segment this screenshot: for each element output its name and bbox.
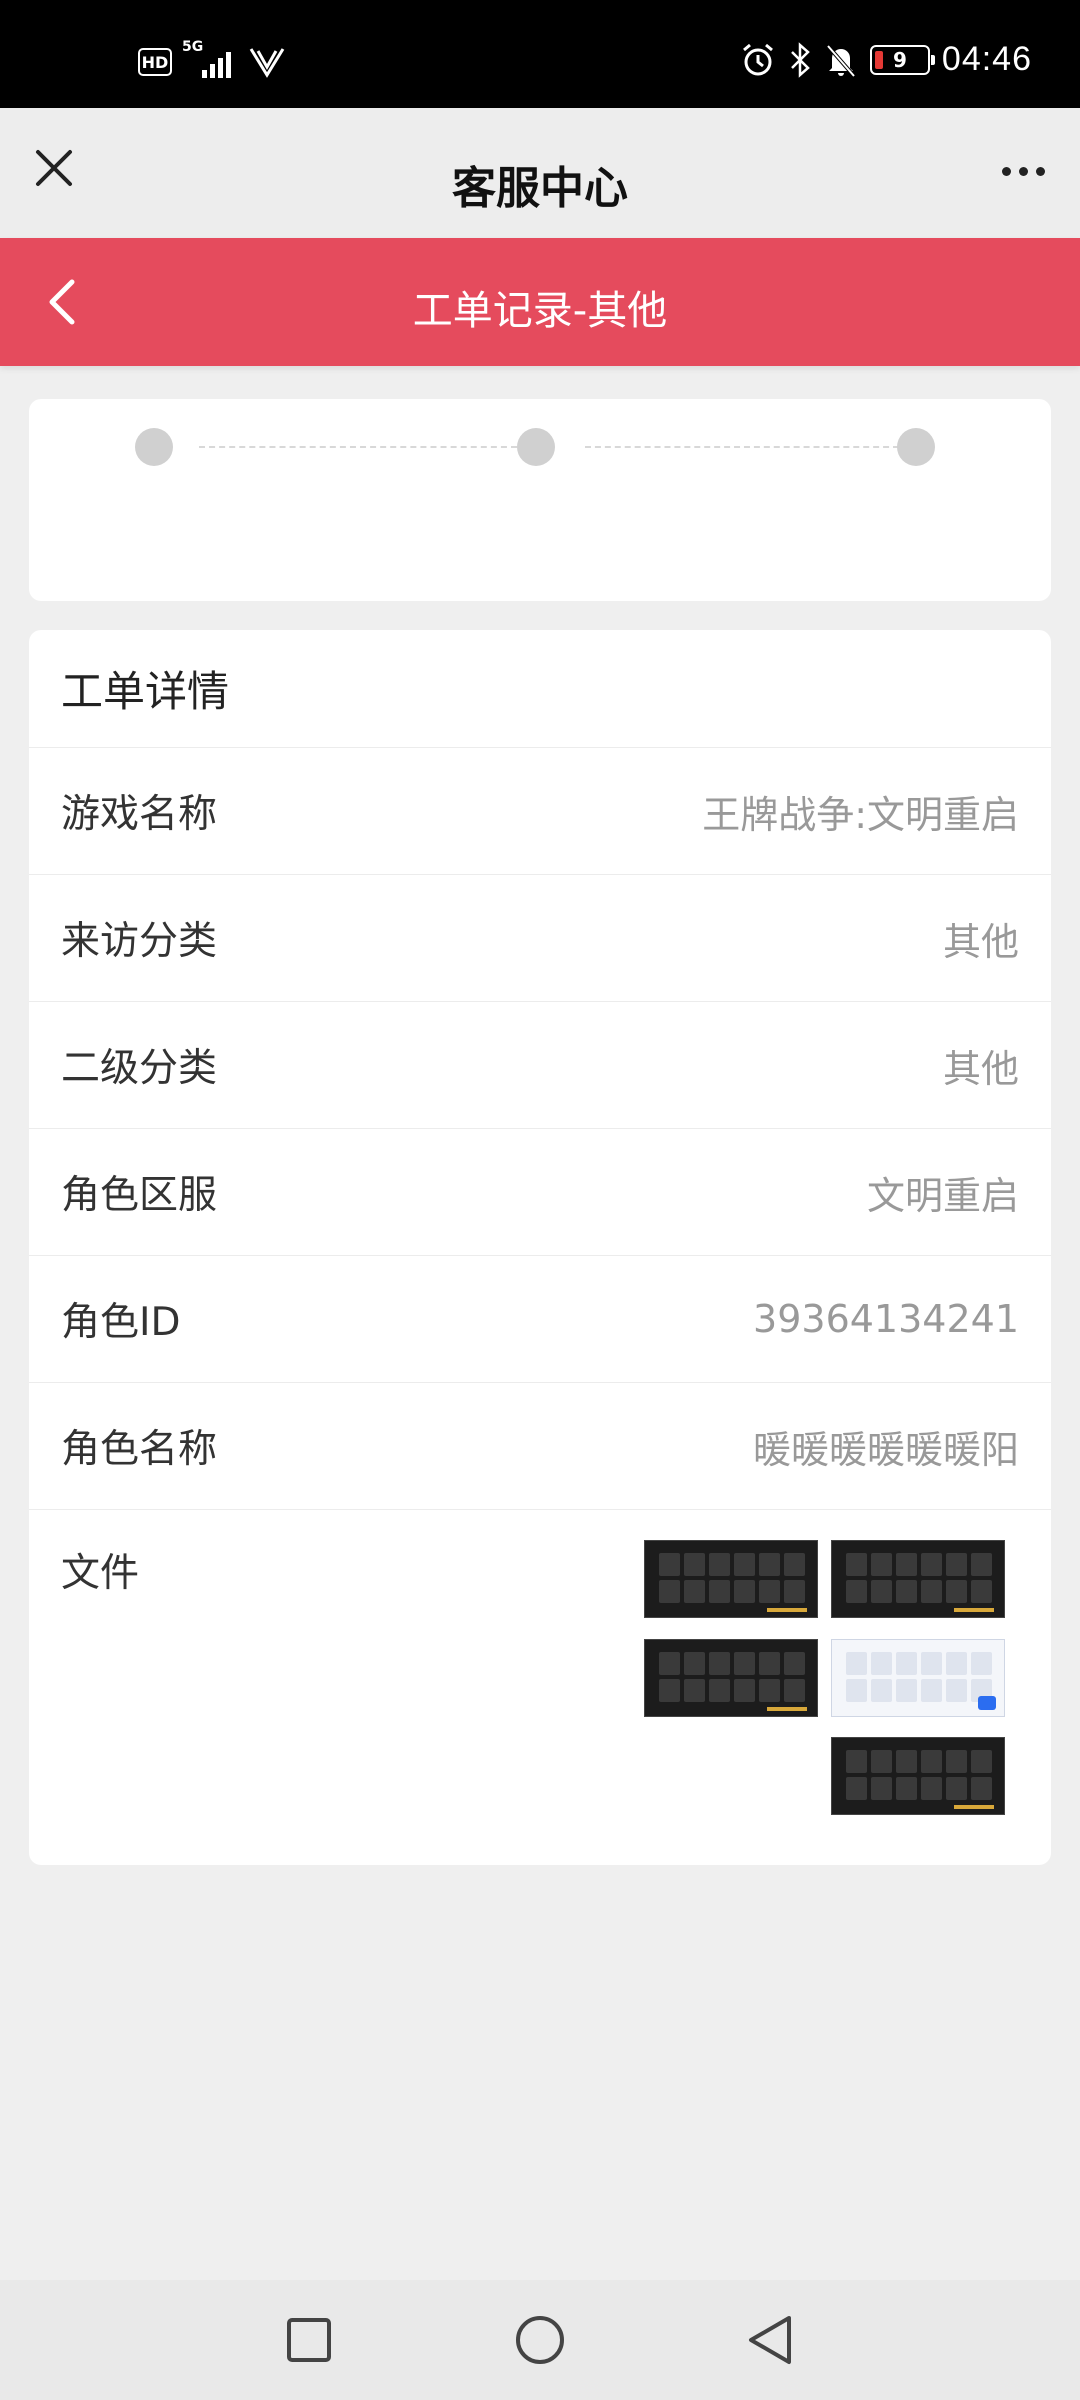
ticket-detail-card: 工单详情 游戏名称 王牌战争:文明重启 来访分类 其他 二级分类 其他 角色区服… xyxy=(29,630,1051,1865)
more-dot-icon xyxy=(1018,166,1028,176)
file-thumbnail[interactable] xyxy=(831,1540,1005,1618)
row-label: 来访分类 xyxy=(61,919,218,964)
system-nav-bar xyxy=(0,2280,1080,2400)
circle-icon xyxy=(516,2316,564,2364)
file-thumbnail[interactable] xyxy=(831,1639,1005,1717)
page-header: 工单记录-其他 xyxy=(0,238,1080,366)
home-button[interactable] xyxy=(510,2310,570,2370)
mute-bell-icon xyxy=(826,44,856,77)
bluetooth-icon xyxy=(791,41,810,78)
row-label: 角色名称 xyxy=(61,1427,218,1472)
status-right: 9 04:46 xyxy=(740,40,1032,79)
detail-row-role-id: 角色ID 39364134241 xyxy=(29,1256,1051,1383)
more-dot-icon xyxy=(1001,166,1011,176)
network-type: 5G xyxy=(182,39,204,55)
row-value: 其他 xyxy=(942,1046,1019,1091)
detail-row-sub-category: 二级分类 其他 xyxy=(29,1002,1051,1129)
row-label: 角色ID xyxy=(61,1300,181,1345)
wifi-icon xyxy=(249,48,285,78)
detail-row-game-name: 游戏名称 王牌战争:文明重启 xyxy=(29,748,1051,875)
row-label: 游戏名称 xyxy=(61,792,218,837)
row-value: 39364134241 xyxy=(753,1297,1019,1341)
row-value: 暖暖暖暖暖暖阳 xyxy=(752,1427,1019,1472)
detail-row-server: 角色区服 文明重启 xyxy=(29,1129,1051,1256)
detail-row-files: 文件 xyxy=(29,1510,1051,1860)
progress-step-dot xyxy=(517,428,555,466)
app-bar: 客服中心 xyxy=(0,108,1080,238)
status-left: HD 5G xyxy=(138,40,286,80)
triangle-back-icon xyxy=(749,2316,791,2364)
square-icon xyxy=(287,2318,331,2362)
signal-5g-icon: 5G xyxy=(182,40,238,80)
battery-icon: 9 xyxy=(869,44,935,75)
progress-card xyxy=(29,399,1051,601)
progress-connector xyxy=(199,446,517,448)
progress-connector xyxy=(585,446,899,448)
row-label: 二级分类 xyxy=(61,1046,218,1091)
row-value: 其他 xyxy=(942,919,1019,964)
file-thumbnail[interactable] xyxy=(831,1737,1005,1815)
progress-step-dot xyxy=(897,428,935,466)
file-thumbnail[interactable] xyxy=(644,1540,818,1618)
back-nav-button[interactable] xyxy=(740,2310,800,2370)
clock: 04:46 xyxy=(941,40,1032,78)
detail-section-title: 工单详情 xyxy=(29,630,1051,748)
row-value: 文明重启 xyxy=(866,1173,1019,1218)
detail-row-visit-category: 来访分类 其他 xyxy=(29,875,1051,1002)
progress-step-dot xyxy=(135,428,173,466)
recents-button[interactable] xyxy=(279,2310,339,2370)
app-title: 客服中心 xyxy=(452,163,628,214)
more-button[interactable] xyxy=(988,146,1058,196)
hd-icon: HD xyxy=(138,48,172,76)
page-title: 工单记录-其他 xyxy=(412,288,668,334)
file-thumbnail[interactable] xyxy=(644,1639,818,1717)
detail-row-role-name: 角色名称 暖暖暖暖暖暖阳 xyxy=(29,1383,1051,1510)
files-label: 文件 xyxy=(61,1551,140,1596)
row-value: 王牌战争:文明重启 xyxy=(702,792,1019,837)
alarm-icon xyxy=(742,43,773,75)
status-bar: HD 5G 9 04:46 xyxy=(0,0,1080,108)
more-dot-icon xyxy=(1035,166,1045,176)
row-label: 角色区服 xyxy=(61,1173,218,1218)
